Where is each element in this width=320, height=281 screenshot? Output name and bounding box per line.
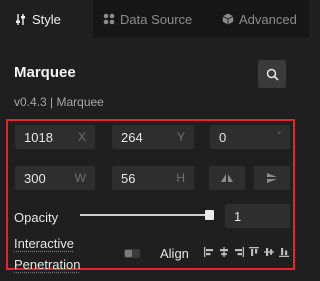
align-toolbar xyxy=(203,246,290,258)
tab-advanced[interactable]: Advanced xyxy=(222,0,297,38)
opacity-slider-thumb[interactable] xyxy=(205,210,214,220)
height-suffix: H xyxy=(176,171,185,185)
rotation-value: 0 xyxy=(219,129,227,145)
interactive-penetration-toggle[interactable] xyxy=(124,249,140,258)
search-button[interactable] xyxy=(258,60,286,88)
opacity-label: Opacity xyxy=(14,210,59,225)
align-middle-vertical-icon[interactable] xyxy=(263,246,275,258)
align-left-icon[interactable] xyxy=(203,246,215,258)
x-position-value: 1018 xyxy=(24,129,53,145)
interactive-penetration-label-line2: Penetration xyxy=(14,257,81,272)
opacity-input[interactable]: 1 xyxy=(225,204,290,228)
component-title: Marquee xyxy=(14,64,76,81)
width-field[interactable]: 300 W xyxy=(15,166,95,190)
align-right-icon[interactable] xyxy=(233,246,245,258)
y-position-field[interactable]: 264 Y xyxy=(112,125,194,149)
tab-bar: Style Data Source Advanced xyxy=(0,0,309,38)
opacity-slider-track[interactable] xyxy=(80,214,212,216)
width-suffix: W xyxy=(74,171,86,185)
tab-advanced-label: Advanced xyxy=(239,11,297,27)
tab-data-source-label: Data Source xyxy=(120,11,193,27)
toggle-knob xyxy=(125,250,132,257)
rotation-field[interactable]: 0 ° xyxy=(210,125,290,149)
flip-horizontal-button[interactable] xyxy=(209,166,245,190)
data-source-icon xyxy=(103,13,115,25)
opacity-value: 1 xyxy=(234,208,242,224)
align-bottom-icon[interactable] xyxy=(278,246,290,258)
style-icon xyxy=(14,13,27,26)
height-value: 56 xyxy=(121,170,136,186)
width-value: 300 xyxy=(24,170,46,186)
y-position-value: 264 xyxy=(121,129,143,145)
flip-vertical-icon xyxy=(266,172,278,184)
flip-horizontal-icon xyxy=(220,173,234,183)
x-position-field[interactable]: 1018 X xyxy=(15,125,95,149)
x-position-suffix: X xyxy=(77,130,86,144)
rotation-suffix: ° xyxy=(277,130,281,140)
tab-style-label: Style xyxy=(32,11,61,27)
component-version: v0.4.3 | Marquee xyxy=(14,95,104,109)
y-position-suffix: Y xyxy=(176,130,185,144)
tab-data-source[interactable]: Data Source xyxy=(103,0,192,38)
interactive-penetration-label-line1: Interactive xyxy=(14,236,74,251)
align-top-icon[interactable] xyxy=(248,246,260,258)
align-label: Align xyxy=(160,246,189,261)
tab-style[interactable]: Style xyxy=(0,0,93,38)
height-field[interactable]: 56 H xyxy=(112,166,194,190)
flip-vertical-button[interactable] xyxy=(254,166,290,190)
search-icon xyxy=(266,68,279,81)
align-center-horizontal-icon[interactable] xyxy=(218,246,230,258)
advanced-icon xyxy=(222,13,234,25)
